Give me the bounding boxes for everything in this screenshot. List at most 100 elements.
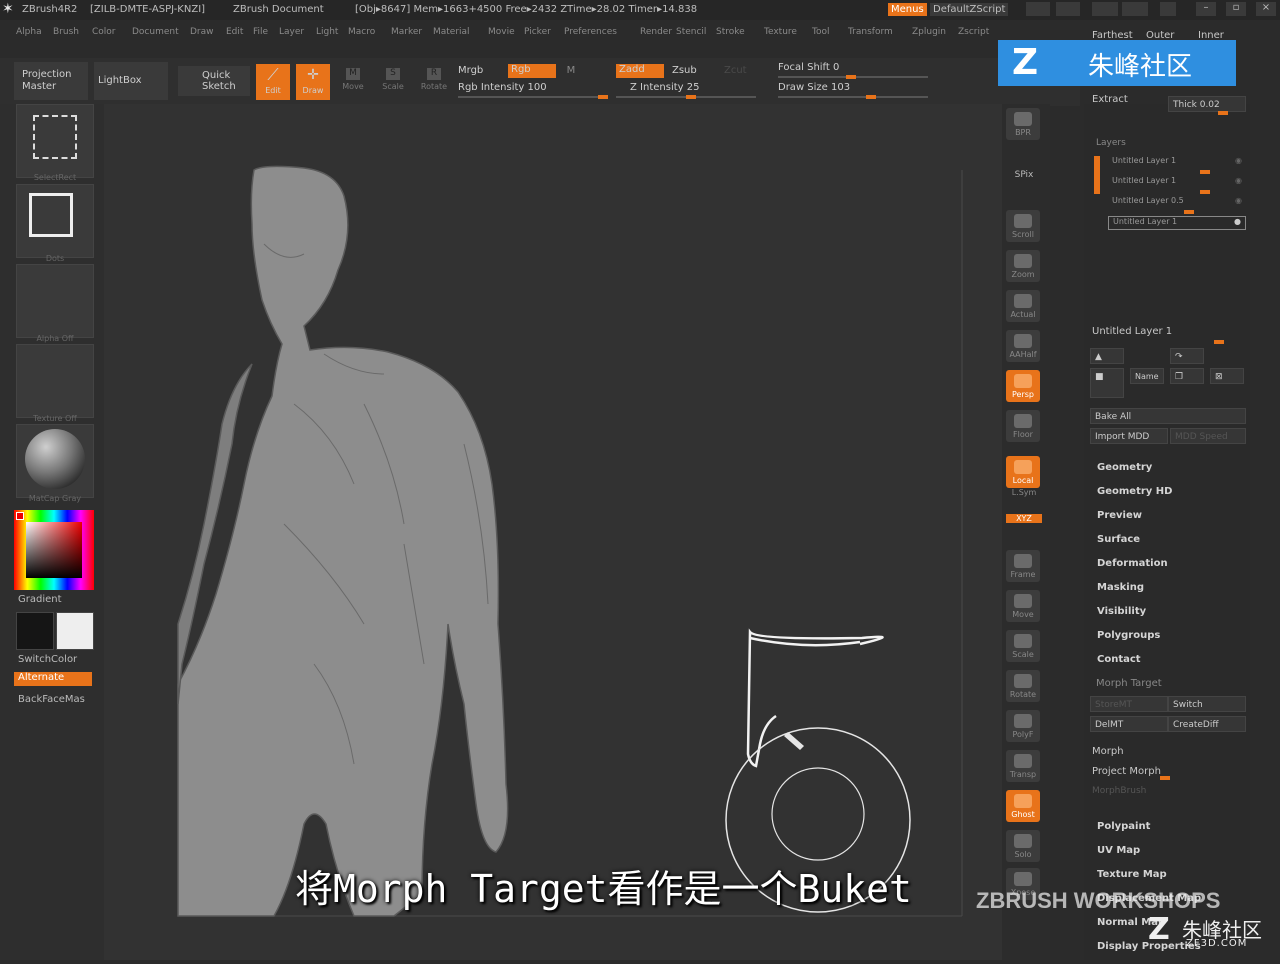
menu-alpha[interactable]: Alpha [16, 27, 42, 37]
rgb-button[interactable]: Rgb [508, 64, 556, 78]
zsub-button[interactable]: Zsub [672, 65, 702, 76]
subpalette-texture-map[interactable]: Texture Map [1097, 869, 1167, 880]
morph-slider[interactable]: Morph [1092, 746, 1124, 757]
spix-slider[interactable]: SPix [1002, 170, 1046, 180]
menu-transform[interactable]: Transform [848, 27, 893, 37]
layer-row-selected[interactable]: Untitled Layer 1 ● [1108, 216, 1246, 230]
thick-slider[interactable]: Thick 0.02 [1168, 96, 1246, 112]
menu-preferences[interactable]: Preferences [564, 27, 617, 37]
rotate-button[interactable]: Rotate [1006, 670, 1040, 702]
stroke-selector[interactable] [16, 184, 94, 258]
storemt-button[interactable]: StoreMT [1090, 696, 1168, 712]
solo-button[interactable]: Solo [1006, 830, 1040, 862]
menu-stencil[interactable]: Stencil [676, 27, 706, 37]
layer-row[interactable]: Untitled Layer 1 ◉ [1108, 176, 1246, 190]
subpalette-contact[interactable]: Contact [1097, 654, 1141, 665]
menu-zscript[interactable]: Zscript [958, 27, 989, 37]
menu-tool[interactable]: Tool [812, 27, 829, 37]
move-button[interactable]: M Move [338, 66, 368, 100]
minimize-icon[interactable]: – [1196, 2, 1216, 16]
ecorche-model[interactable] [177, 165, 509, 917]
layout-icon-2[interactable] [1056, 2, 1080, 16]
zadd-button[interactable]: Zadd [616, 64, 664, 78]
menu-edit[interactable]: Edit [226, 27, 243, 37]
menu-stroke[interactable]: Stroke [716, 27, 745, 37]
lock-icon[interactable] [1160, 2, 1176, 16]
menu-layer[interactable]: Layer [279, 27, 304, 37]
menu-zplugin[interactable]: Zplugin [912, 27, 946, 37]
mrgb-button[interactable]: Mrgb [458, 65, 498, 76]
secondary-color-swatch[interactable] [56, 612, 94, 650]
l-sym-button[interactable]: L.Sym [1002, 488, 1046, 497]
layer-row[interactable]: Untitled Layer 1 ◉ [1108, 156, 1246, 170]
subpalette-geometry-hd[interactable]: Geometry HD [1097, 486, 1172, 497]
zoom-button[interactable]: Zoom [1006, 250, 1040, 282]
z-intensity-slider[interactable]: Z Intensity 25 [630, 82, 750, 93]
material-selector[interactable] [16, 424, 94, 498]
delmt-button[interactable]: DelMT [1090, 716, 1168, 732]
layer-redo-icon[interactable]: ↷ [1170, 348, 1204, 364]
floor-button[interactable]: Floor [1006, 410, 1040, 442]
eye-icon[interactable]: ◉ [1235, 156, 1242, 165]
aahalf-button[interactable]: AAHalf [1006, 330, 1040, 362]
layout-icon-1[interactable] [1026, 2, 1050, 16]
restore-icon[interactable]: ▫ [1226, 2, 1246, 16]
ghost-button[interactable]: Ghost [1006, 790, 1040, 822]
frame-button[interactable]: Frame [1006, 550, 1040, 582]
morph-target-heading[interactable]: Morph Target [1096, 678, 1162, 689]
scale-button[interactable]: Scale [1006, 630, 1040, 662]
rotate-button[interactable]: R Rotate [418, 66, 450, 100]
menus-button[interactable]: Menus [888, 3, 927, 16]
main-color-swatch[interactable] [16, 612, 54, 650]
texture-selector[interactable] [16, 344, 94, 418]
subpalette-visibility[interactable]: Visibility [1097, 606, 1146, 617]
creatediff-button[interactable]: CreateDiff [1168, 716, 1246, 732]
move-button[interactable]: Move [1006, 590, 1040, 622]
subpalette-polygroups[interactable]: Polygroups [1097, 630, 1160, 641]
menu-macro[interactable]: Macro [348, 27, 375, 37]
layout-icon-4[interactable] [1122, 2, 1148, 16]
menu-brush[interactable]: Brush [53, 27, 79, 37]
current-layer-knob[interactable] [1214, 340, 1224, 344]
menu-light[interactable]: Light [316, 27, 338, 37]
xyz-button[interactable]: XYZ [1006, 514, 1042, 523]
thick-slider-knob[interactable] [1218, 111, 1228, 115]
import-mdd-button[interactable]: Import MDD [1090, 428, 1168, 444]
z-intensity-knob[interactable] [686, 95, 696, 99]
gradient-label[interactable]: Gradient [18, 594, 62, 605]
backface-mask-button[interactable]: BackFaceMas [18, 694, 85, 705]
focal-shift-knob[interactable] [846, 75, 856, 79]
menu-material[interactable]: Material [433, 27, 470, 37]
layer-intensity-knob[interactable] [1200, 190, 1210, 194]
polyf-button[interactable]: PolyF [1006, 710, 1040, 742]
menu-movie[interactable]: Movie [488, 27, 515, 37]
switchcolor-button[interactable]: SwitchColor [18, 654, 77, 665]
rgb-intensity-track[interactable] [458, 96, 608, 98]
brush-selector[interactable] [16, 104, 94, 178]
draw-size-track[interactable] [778, 96, 928, 98]
draw-size-slider[interactable]: Draw Size 103 [778, 82, 918, 93]
layer-intensity-knob[interactable] [1200, 170, 1210, 174]
m-button[interactable]: M [564, 65, 578, 76]
menu-render[interactable]: Render [640, 27, 672, 37]
bake-all-button[interactable]: Bake All [1090, 408, 1246, 424]
subpalette-surface[interactable]: Surface [1097, 534, 1140, 545]
quick-sketch-button[interactable]: Quick Sketch [178, 66, 250, 96]
menu-color[interactable]: Color [92, 27, 116, 37]
layer-copy-icon[interactable]: ❐ [1170, 368, 1204, 384]
menu-texture[interactable]: Texture [764, 27, 797, 37]
subpalette-deformation[interactable]: Deformation [1097, 558, 1168, 569]
scroll-button[interactable]: Scroll [1006, 210, 1040, 242]
subpalette-masking[interactable]: Masking [1097, 582, 1144, 593]
extract-button[interactable]: Extract [1092, 94, 1128, 105]
menu-document[interactable]: Document [132, 27, 179, 37]
rec-icon[interactable]: ● [1234, 217, 1241, 226]
document-canvas[interactable] [104, 104, 1002, 960]
project-morph-knob[interactable] [1160, 776, 1170, 780]
project-morph-button[interactable]: Project Morph [1092, 766, 1161, 777]
draw-size-knob[interactable] [866, 95, 876, 99]
morphbrush-button[interactable]: MorphBrush [1092, 786, 1146, 796]
layer-up-icon[interactable]: ▲ [1090, 348, 1124, 364]
persp-button[interactable]: Persp [1006, 370, 1040, 402]
current-layer-name[interactable]: Untitled Layer 1 [1092, 326, 1172, 337]
